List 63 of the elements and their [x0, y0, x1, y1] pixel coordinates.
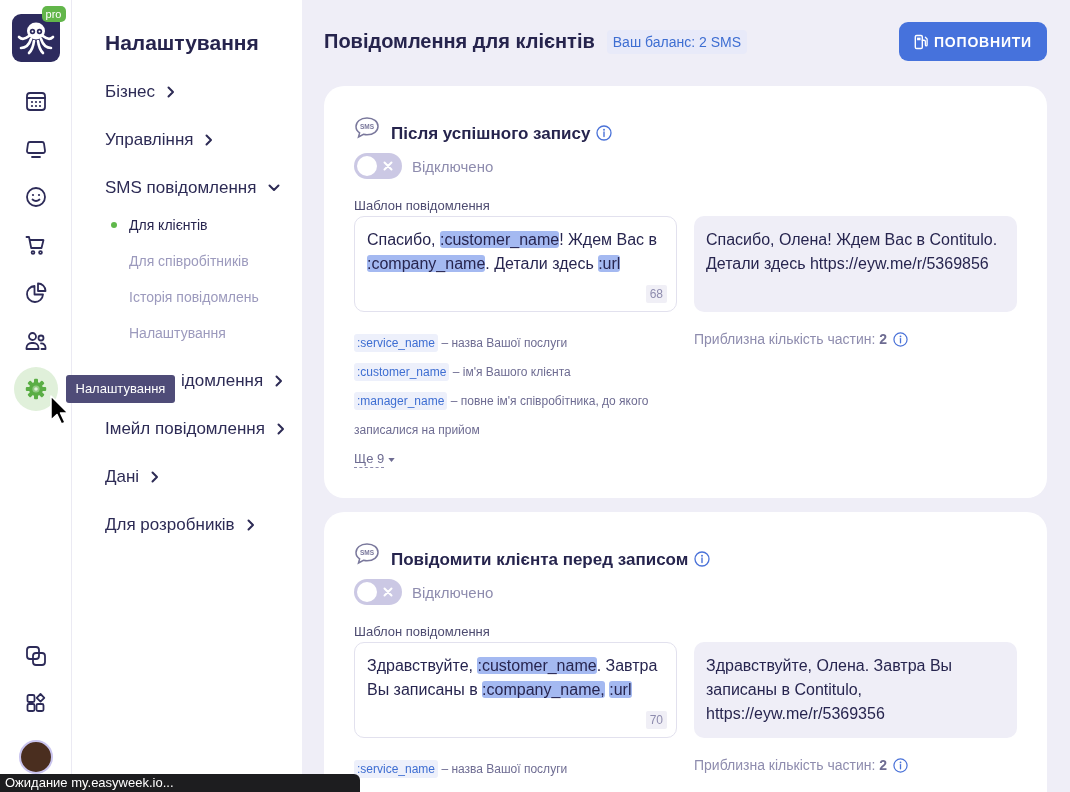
- balance-label: Ваш баланс: 2 SMS: [606, 29, 747, 54]
- field-label: Шаблон повідомлення: [354, 624, 490, 639]
- variable-tag[interactable]: :manager_name: [354, 392, 448, 410]
- message-template-field[interactable]: Здравствуйте, :customer_name. Завтра Вы записаны в :company_name, :url 70: [354, 642, 677, 738]
- octopus-logo[interactable]: [11, 14, 60, 62]
- variable-token: :company_name,: [482, 681, 605, 698]
- parts-estimate: Приблизна кількість частин: 2: [694, 331, 888, 347]
- message-preview: Спасибо, Олена! Ждем Вас в Contitulo. Детали здесь https://eyw.me/r/5369856: [694, 216, 1017, 312]
- toggle-status: Відключено: [412, 157, 494, 175]
- menu-item[interactable]: Бізнес: [105, 74, 176, 110]
- toggle-switch[interactable]: [354, 579, 402, 605]
- variable-token: :company_name: [367, 255, 486, 272]
- settings-icon[interactable]: [13, 367, 58, 411]
- toggle-switch[interactable]: [354, 153, 402, 179]
- info-icon[interactable]: [893, 757, 909, 773]
- variable-hint: :service_name – назва Вашої послуги: [354, 329, 568, 358]
- character-count: 68: [645, 285, 667, 303]
- pie-chart-icon[interactable]: [23, 281, 48, 305]
- status-bar: Ожидание my.easyweek.io...: [0, 774, 360, 792]
- copy-icon[interactable]: [23, 644, 48, 668]
- variable-tag[interactable]: :service_name: [354, 334, 439, 352]
- users-icon[interactable]: [23, 329, 48, 353]
- menu-title: Налаштування: [105, 30, 260, 55]
- plan-badge: pro: [41, 6, 66, 22]
- variable-token: :customer_name: [440, 231, 560, 248]
- smiley-icon[interactable]: [23, 185, 48, 209]
- card-title: Після успішного запису: [391, 124, 591, 144]
- field-label: Шаблон повідомлення: [354, 198, 490, 213]
- menu-item[interactable]: ідомлення: [181, 363, 284, 399]
- menu-item[interactable]: Управління: [105, 122, 214, 158]
- menu-item[interactable]: SMS повідомлення: [105, 170, 281, 206]
- message-template-field[interactable]: Спасибо, :customer_name! Ждем Вас в :company_name. Детали здесь :url 68: [354, 216, 677, 312]
- avatar-placeholder[interactable]: [18, 740, 53, 774]
- variable-token: :url: [598, 255, 621, 272]
- toggle-status: Відключено: [412, 583, 494, 601]
- parts-estimate: Приблизна кількість частин: 2: [694, 757, 888, 773]
- info-icon[interactable]: [596, 125, 613, 141]
- x-mark-icon: [383, 587, 393, 597]
- variable-tag[interactable]: :customer_name: [354, 363, 450, 381]
- variable-tag[interactable]: :service_name: [354, 760, 439, 778]
- caret-down-icon: [388, 457, 396, 462]
- menu-item[interactable]: Імейл повідомлення: [105, 411, 285, 447]
- fuel-pump-icon: [914, 33, 928, 50]
- page-title: Повідомлення для клієнтів: [324, 30, 595, 53]
- x-mark-icon: [383, 161, 393, 171]
- active-dot-icon: [111, 222, 117, 228]
- calendar-icon[interactable]: [23, 89, 48, 113]
- info-icon[interactable]: [893, 331, 909, 347]
- top-up-button[interactable]: ПОПОВНИТИ: [899, 22, 1047, 61]
- show-more-link[interactable]: Ще 9: [354, 451, 396, 468]
- message-preview: Здравствуйте, Олена. Завтра Вы записаны в Contitulo, https://eyw.me/r/5369356: [694, 642, 1017, 738]
- menu-item[interactable]: Дані: [105, 459, 160, 495]
- character-count: 70: [645, 711, 667, 729]
- tooltip: Налаштування: [65, 375, 176, 403]
- variable-token: :customer_name: [477, 657, 597, 674]
- cursor-icon: [49, 394, 69, 426]
- variable-hint: :manager_name – повне ім'я співробітника, до якого записалися на прийом: [354, 391, 650, 439]
- variable-token: :url: [609, 681, 632, 698]
- submenu-item[interactable]: Для клієнтів: [105, 207, 208, 243]
- info-icon[interactable]: [694, 551, 711, 567]
- card-title: Повідомити клієнта перед записом: [391, 550, 689, 570]
- menu-item[interactable]: Для розробників: [105, 507, 255, 543]
- variable-hint: :customer_name – ім'я Вашого клієнта: [354, 358, 571, 387]
